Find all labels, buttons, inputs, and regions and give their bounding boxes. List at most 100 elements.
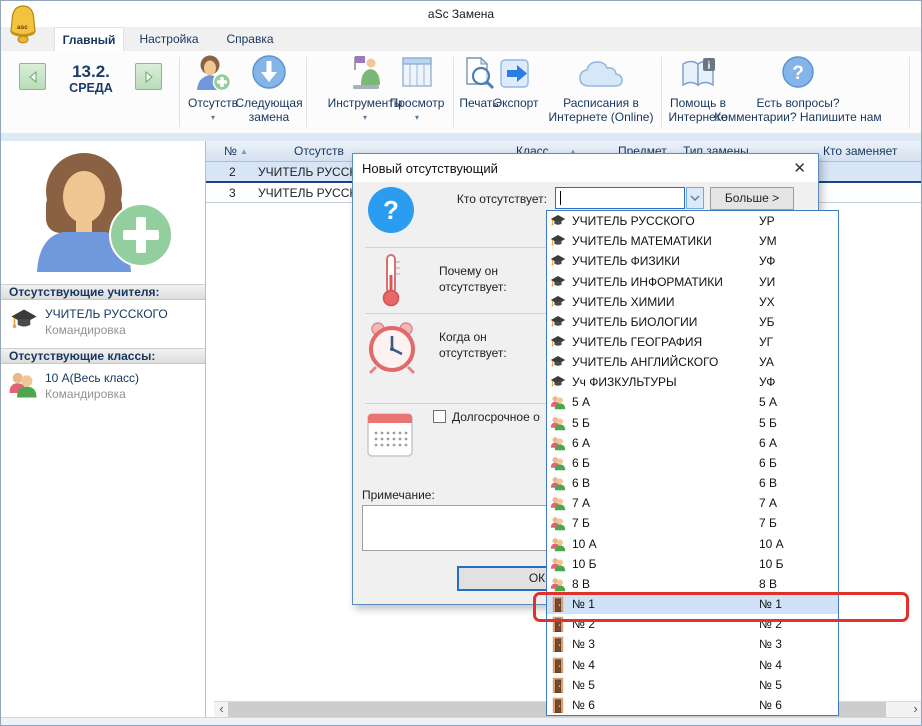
export-button-label: Экспорт (493, 96, 538, 110)
dropdown-item[interactable]: УЧИТЕЛЬ РУССКОГОУР (547, 211, 838, 231)
room-icon (550, 616, 566, 632)
dropdown-item-name: 10 А (572, 537, 597, 551)
dropdown-item-name: УЧИТЕЛЬ ФИЗИКИ (572, 254, 680, 268)
ribbon-separator (453, 57, 454, 127)
dropdown-item[interactable]: 10 А10 А (547, 534, 838, 554)
close-icon[interactable]: ✕ (793, 159, 806, 177)
dropdown-item[interactable]: 6 В6 В (547, 473, 838, 493)
dropdown-item[interactable]: УЧИТЕЛЬ ФИЗИКИУФ (547, 251, 838, 271)
scroll-right-icon[interactable]: › (908, 702, 922, 717)
dropdown-indicator-icon: ▾ (211, 113, 215, 122)
dropdown-item[interactable]: № 3№ 3 (547, 634, 838, 654)
dropdown-item[interactable]: 7 А7 А (547, 493, 838, 513)
more-button[interactable]: Больше > (710, 187, 794, 210)
absent-class-name: 10 А(Весь класс) (45, 371, 139, 385)
dropdown-item-name: № 4 (572, 658, 595, 672)
cloud-icon (578, 59, 624, 89)
next-day-button[interactable] (135, 63, 162, 90)
help-book-icon: i (680, 57, 718, 89)
teacher-icon (9, 306, 39, 334)
row-number: 3 (229, 186, 236, 200)
scroll-left-icon[interactable]: ‹ (214, 702, 229, 717)
dropdown-item[interactable]: 6 Б6 Б (547, 453, 838, 473)
who-combobox-dropdown-button[interactable] (686, 187, 704, 209)
column-header-who[interactable]: Кто заменяет (823, 144, 897, 158)
ribbon-separator (179, 57, 180, 127)
dropdown-item-code: № 3 (759, 637, 782, 651)
dropdown-item-code: 5 Б (759, 416, 777, 430)
dropdown-item[interactable]: УЧИТЕЛЬ ГЕОГРАФИЯУГ (547, 332, 838, 352)
window-title: aSc Замена (428, 1, 494, 27)
dropdown-item[interactable]: Уч ФИЗКУЛЬТУРЫУФ (547, 372, 838, 392)
tab-help[interactable]: Справка (221, 27, 279, 51)
class-icon (550, 536, 566, 552)
dropdown-item[interactable]: 8 В8 В (547, 574, 838, 594)
when-alarm-clock-icon (365, 320, 419, 376)
dropdown-item[interactable]: УЧИТЕЛЬ ИНФОРМАТИКИУИ (547, 271, 838, 291)
when-label-1: Когда он (439, 330, 487, 344)
who-combobox-input[interactable] (555, 187, 685, 209)
class-icon (550, 576, 566, 592)
dropdown-item-code: № 6 (759, 698, 782, 712)
dropdown-item-code: 6 Б (759, 456, 777, 470)
dropdown-indicator-icon: ▾ (363, 113, 367, 122)
class-icon (550, 455, 566, 471)
weekday-value: СРЕДА (49, 81, 133, 95)
longterm-checkbox[interactable] (433, 410, 446, 423)
dropdown-item-name: № 5 (572, 678, 595, 692)
class-icon (550, 394, 566, 410)
class-icon (550, 475, 566, 491)
dropdown-item-name: УЧИТЕЛЬ РУССКОГО (572, 214, 695, 228)
add-absent-avatar-icon[interactable] (29, 147, 179, 272)
who-dropdown-list: УЧИТЕЛЬ РУССКОГОУРУЧИТЕЛЬ МАТЕМАТИКИУМУЧ… (546, 210, 839, 716)
date-value: 13.2. (49, 63, 133, 81)
dropdown-item[interactable]: УЧИТЕЛЬ ХИМИИУХ (547, 292, 838, 312)
tools-icon (347, 54, 383, 92)
dropdown-item[interactable]: 10 Б10 Б (547, 554, 838, 574)
dropdown-item-code: 7 Б (759, 516, 777, 530)
why-label-2: отсутствует: (439, 280, 507, 294)
tab-settings[interactable]: Настройка (133, 27, 205, 51)
current-date: 13.2. СРЕДА (49, 63, 133, 95)
dropdown-item-name: 10 Б (572, 557, 597, 571)
absent-teacher-reason: Командировка (45, 323, 126, 337)
room-icon (550, 677, 566, 693)
dropdown-item-code: 5 А (759, 395, 777, 409)
room-icon (550, 697, 566, 713)
room-icon (550, 596, 566, 612)
column-header-num[interactable]: № (224, 144, 237, 158)
ribbon-separator (306, 57, 307, 127)
column-header-absent[interactable]: Отсутств (294, 144, 344, 158)
dropdown-item[interactable]: 6 А6 А (547, 433, 838, 453)
svg-text:asc: asc (17, 24, 28, 31)
dropdown-item-name: 6 А (572, 436, 590, 450)
why-thermometer-icon (379, 253, 403, 307)
dropdown-item[interactable]: 5 Б 5 Б (547, 413, 838, 433)
dropdown-item-name: 6 В (572, 476, 590, 490)
dropdown-item[interactable]: № 1№ 1 (547, 594, 838, 614)
teacher-icon (550, 334, 566, 350)
dropdown-item-name: 5 Б (572, 416, 590, 430)
ribbon-separator (661, 57, 662, 127)
dropdown-item[interactable]: УЧИТЕЛЬ МАТЕМАТИКИУМ (547, 231, 838, 251)
class-icon (550, 415, 566, 431)
chevron-down-icon (690, 195, 700, 201)
dropdown-item[interactable]: № 2№ 2 (547, 614, 838, 634)
dropdown-item-name: УЧИТЕЛЬ ХИМИИ (572, 295, 675, 309)
dropdown-item-name: 7 А (572, 496, 590, 510)
dropdown-item[interactable]: № 4№ 4 (547, 654, 838, 674)
dropdown-item[interactable]: 7 Б7 Б (547, 513, 838, 533)
tab-main[interactable]: Главный (54, 27, 124, 51)
dropdown-item[interactable]: УЧИТЕЛЬ АНГЛИЙСКОГОУА (547, 352, 838, 372)
teacher-icon (550, 274, 566, 290)
dropdown-item[interactable]: 5 А5 А (547, 392, 838, 412)
prev-day-button[interactable] (19, 63, 46, 90)
dropdown-item-name: № 6 (572, 698, 595, 712)
dropdown-item[interactable]: № 5№ 5 (547, 675, 838, 695)
online-timetables-label-2: Интернете (Online) (549, 110, 654, 124)
dropdown-item-code: УИ (759, 275, 775, 289)
dropdown-item-code: УА (759, 355, 774, 369)
dropdown-item[interactable]: № 6 № 6 (547, 695, 838, 715)
dropdown-item[interactable]: УЧИТЕЛЬ БИОЛОГИИУБ (547, 312, 838, 332)
dropdown-item-code: № 1 (759, 597, 782, 611)
